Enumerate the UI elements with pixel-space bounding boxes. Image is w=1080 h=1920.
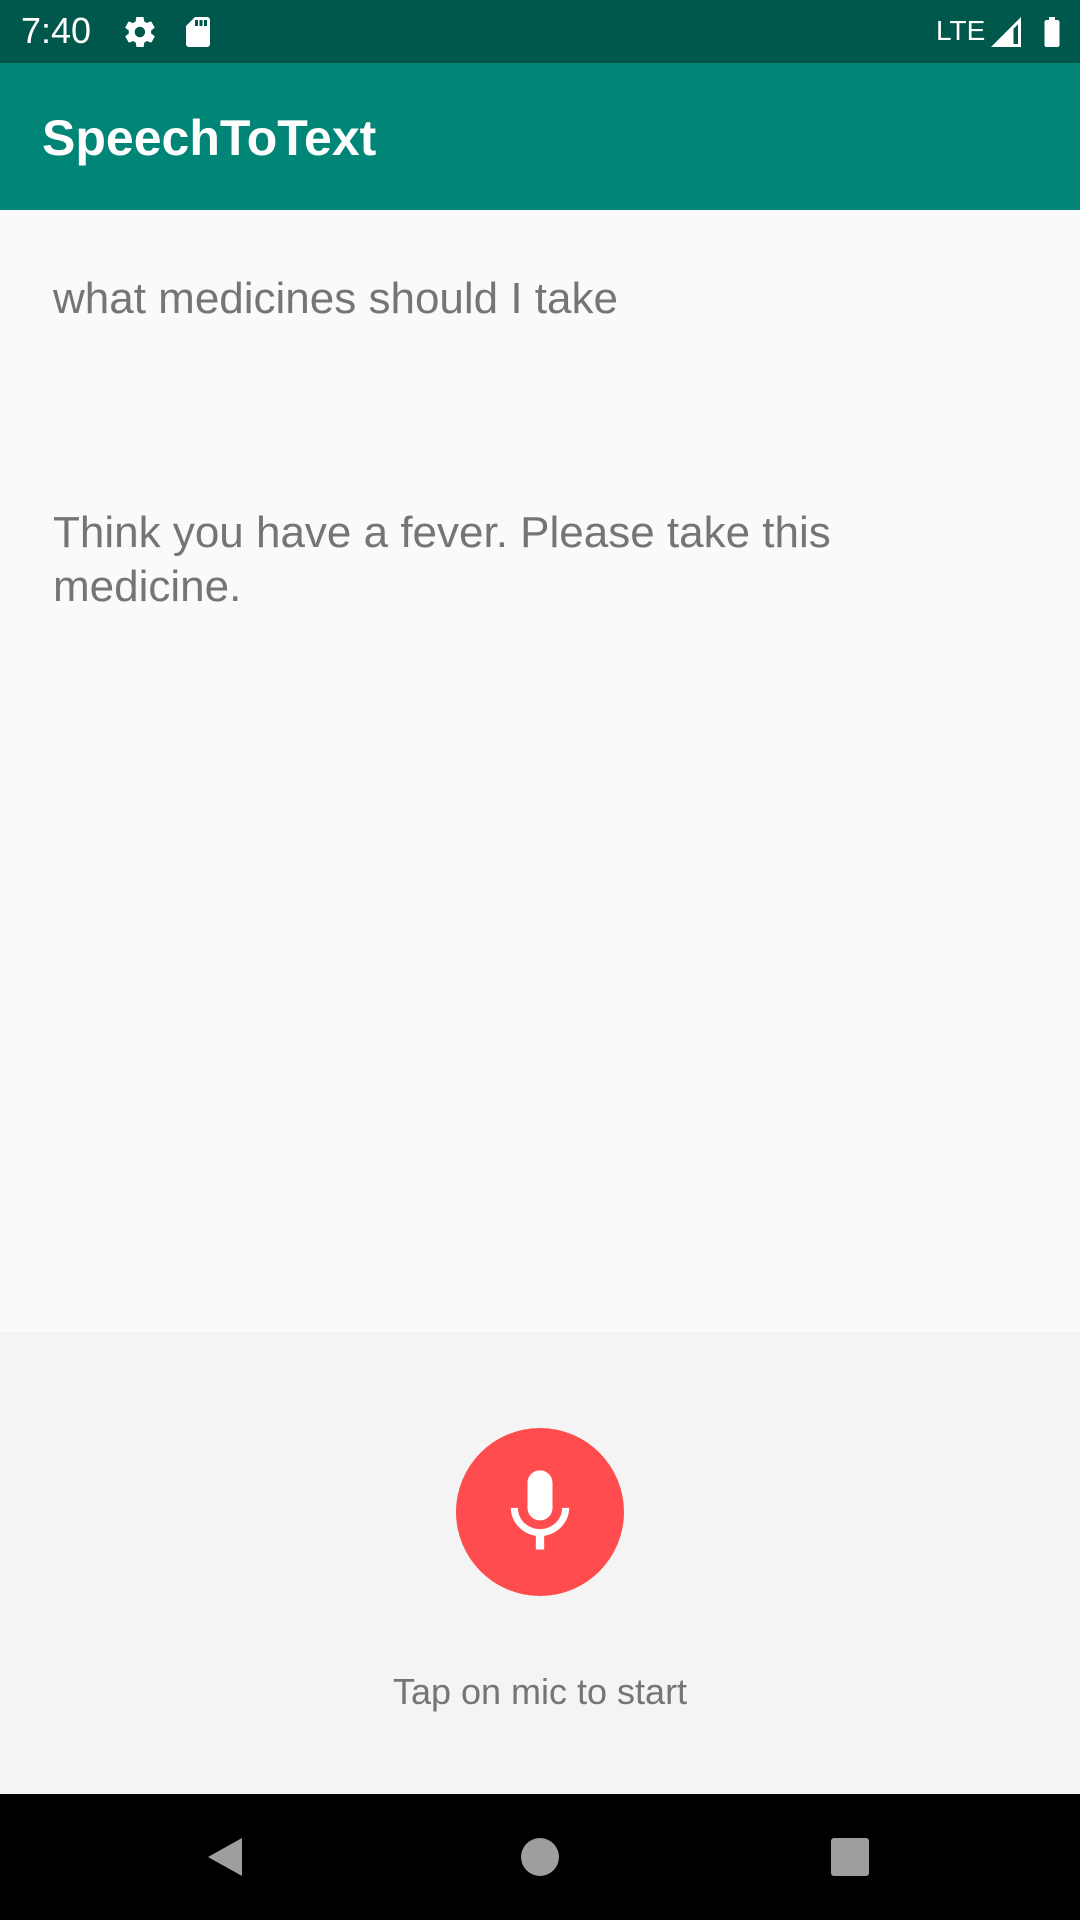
screen: 7:40 LTE SpeechToText what medicines sho… — [0, 0, 1080, 1920]
hint-text: Tap on mic to start — [392, 1671, 688, 1712]
microphone-icon — [510, 1470, 570, 1550]
mic-panel: Tap on mic to start — [0, 1332, 1080, 1794]
status-bar: 7:40 LTE — [0, 0, 1080, 63]
network-type: LTE — [936, 15, 986, 46]
navigation-bar — [0, 1794, 1080, 1920]
home-button[interactable] — [505, 1822, 575, 1892]
recents-icon — [831, 1838, 869, 1876]
back-button[interactable] — [190, 1822, 260, 1892]
app-title: SpeechToText — [42, 110, 377, 166]
back-icon — [208, 1838, 242, 1876]
home-icon — [521, 1838, 559, 1876]
sd-card-icon — [180, 14, 216, 50]
settings-icon — [122, 14, 158, 50]
recents-button[interactable] — [815, 1822, 885, 1892]
battery-icon — [1034, 14, 1070, 50]
content-area: what medicines should I take Think you h… — [0, 210, 1080, 1332]
mic-button[interactable] — [456, 1428, 624, 1596]
app-bar: SpeechToText — [0, 63, 1080, 210]
signal-icon — [988, 14, 1024, 50]
status-time: 7:40 — [21, 10, 92, 51]
recognized-speech-text: what medicines should I take — [53, 274, 618, 323]
response-text: Think you have a fever. Please take this… — [53, 508, 831, 611]
